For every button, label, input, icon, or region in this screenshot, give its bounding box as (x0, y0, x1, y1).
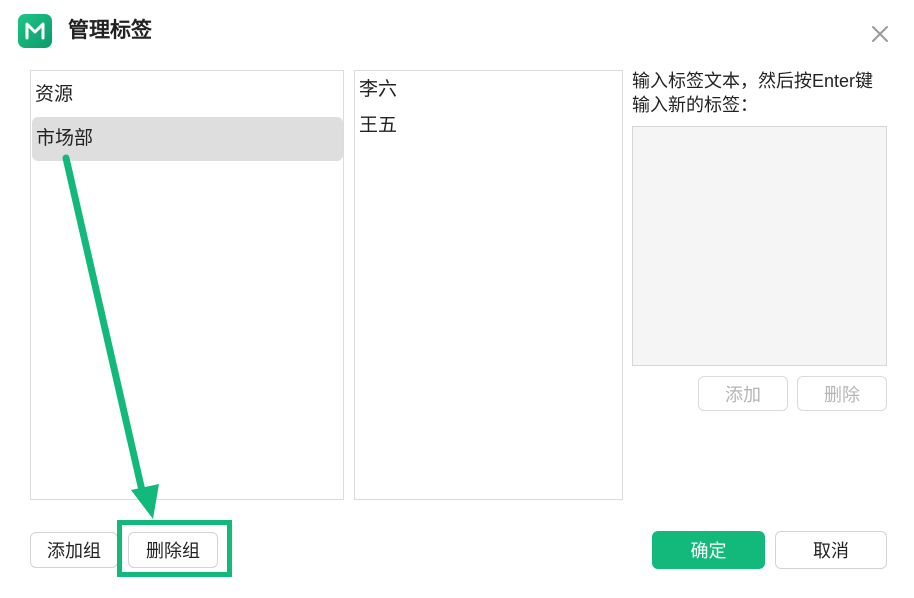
hint-line-2: 输入新的标签： (632, 95, 758, 115)
hint-line-1: 输入标签文本，然后按Enter键 (632, 71, 874, 91)
tag-text-input[interactable] (632, 126, 887, 366)
group-list[interactable]: 资源 市场部 (30, 70, 344, 500)
tag-input-hint: 输入标签文本，然后按Enter键 输入新的标签： (632, 69, 902, 117)
dialog-title: 管理标签 (68, 19, 152, 42)
tag-item-label: 李六 (359, 79, 398, 100)
add-tag-button[interactable]: 添加 (698, 376, 788, 411)
group-item-resources[interactable]: 资源 (31, 73, 343, 117)
delete-group-button[interactable]: 删除组 (128, 532, 218, 568)
close-button[interactable] (866, 20, 894, 48)
ok-button[interactable]: 确定 (652, 531, 765, 569)
tag-item[interactable]: 王五 (359, 111, 397, 141)
group-item-label: 资源 (35, 84, 74, 105)
app-logo-icon (18, 14, 52, 48)
tag-item[interactable]: 李六 (359, 75, 397, 105)
tag-item-label: 王五 (359, 115, 398, 136)
group-item-label: 市场部 (36, 128, 94, 149)
close-icon (872, 26, 888, 42)
add-group-button[interactable]: 添加组 (30, 532, 118, 568)
cancel-button[interactable]: 取消 (775, 531, 887, 569)
delete-tag-button[interactable]: 删除 (797, 376, 887, 411)
tag-list[interactable]: 李六 王五 (354, 70, 623, 500)
group-item-marketing[interactable]: 市场部 (32, 117, 343, 161)
manage-tags-dialog: 管理标签 资源 市场部 李六 王五 输入标签文本，然后按Enter键 输入新的标… (0, 0, 914, 598)
